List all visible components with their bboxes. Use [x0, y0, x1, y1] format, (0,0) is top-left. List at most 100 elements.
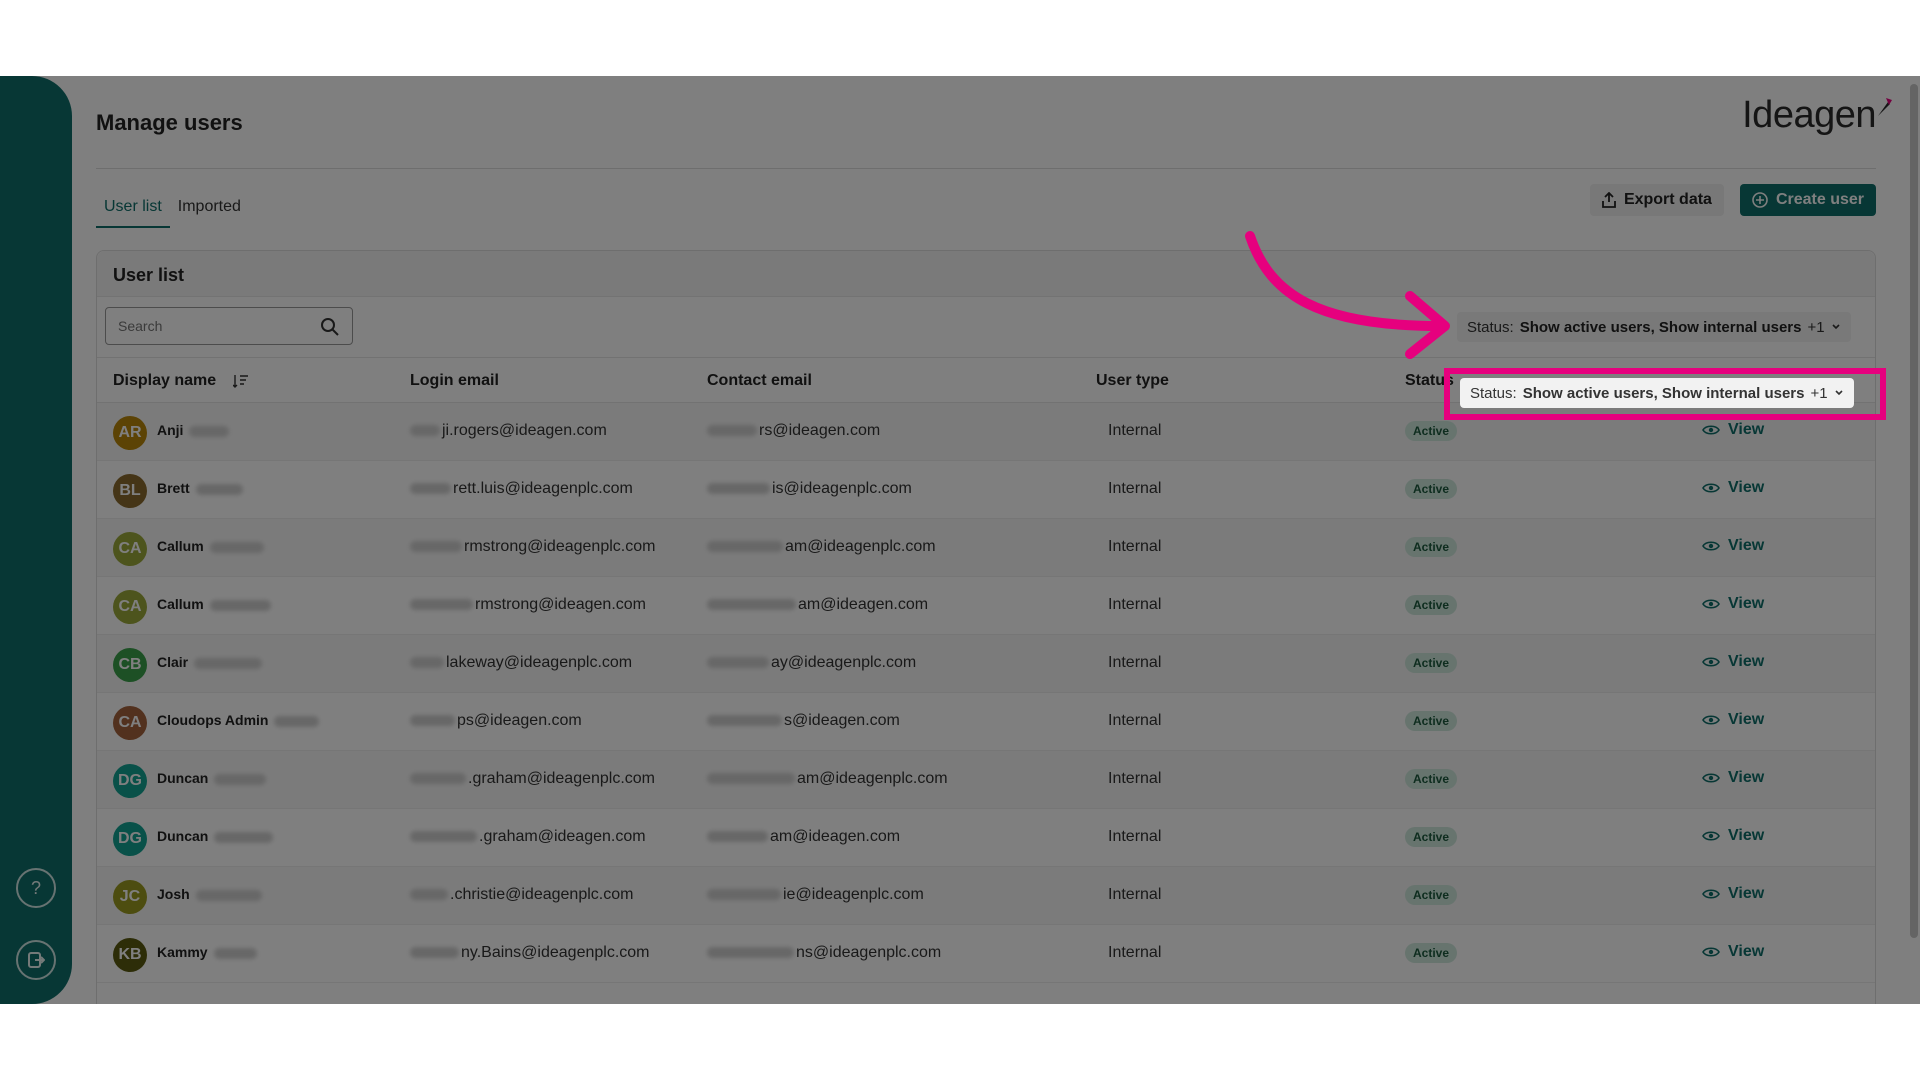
- avatar: CA: [113, 590, 147, 624]
- table-row[interactable]: KB Kammy ny.Bains@ideagenplc.com ns@idea…: [97, 925, 1875, 983]
- status-filter-extra-hl: +1: [1810, 384, 1828, 402]
- search-input[interactable]: [118, 318, 318, 334]
- panel-title: User list: [97, 251, 1875, 297]
- redacted-text: [707, 425, 757, 437]
- login-email: rmstrong@ideagenplc.com: [410, 538, 655, 556]
- display-name: Cloudops Admin: [157, 712, 320, 728]
- view-link[interactable]: View: [1702, 653, 1764, 671]
- contact-email: am@ideagen.com: [707, 596, 928, 614]
- login-email: ji.rogers@ideagen.com: [410, 422, 607, 440]
- display-name: Anji: [157, 422, 230, 438]
- table-row[interactable]: BL Brett rett.luis@ideagenplc.com is@ide…: [97, 461, 1875, 519]
- create-user-button[interactable]: Create user: [1739, 184, 1876, 216]
- redacted-text: [274, 715, 320, 727]
- chevron-down-icon: [1832, 324, 1840, 330]
- avatar: DG: [113, 822, 147, 856]
- display-name: Brett: [157, 480, 243, 496]
- redacted-text: [410, 657, 444, 669]
- tab-bar: User list Imported: [96, 194, 249, 228]
- table-row[interactable]: CA Cloudops Admin ps@ideagen.com s@ideag…: [97, 693, 1875, 751]
- tab-imported[interactable]: Imported: [170, 194, 249, 228]
- display-name: Duncan: [157, 828, 274, 844]
- table-row[interactable]: CA Callum rmstrong@ideagenplc.com am@ide…: [97, 519, 1875, 577]
- avatar: CB: [113, 648, 147, 682]
- sort-icon[interactable]: [232, 374, 249, 388]
- login-email: .graham@ideagen.com: [410, 828, 646, 846]
- redacted-text: [410, 947, 459, 959]
- redacted-text: [410, 483, 451, 495]
- user-list-panel: User list Status: Show active users, Sho…: [96, 250, 1876, 1004]
- login-email: .graham@ideagenplc.com: [410, 770, 655, 788]
- column-display-name[interactable]: Display name: [113, 372, 249, 390]
- eye-icon: [1702, 425, 1720, 435]
- redacted-text: [195, 483, 243, 495]
- user-type: Internal: [1108, 480, 1162, 497]
- redacted-text: [707, 657, 769, 669]
- status-badge: Active: [1405, 479, 1458, 499]
- view-link[interactable]: View: [1702, 537, 1764, 555]
- highlight-callout: Status: Show active users, Show internal…: [1444, 368, 1886, 420]
- view-link[interactable]: View: [1702, 479, 1764, 497]
- logo-mark-icon: [1878, 98, 1892, 116]
- status-filter-value-hl: Show active users, Show internal users: [1522, 384, 1805, 402]
- column-login-email: Login email: [410, 372, 499, 389]
- eye-icon: [1702, 831, 1720, 841]
- table-row[interactable]: DG Duncan .graham@ideagenplc.com am@idea…: [97, 751, 1875, 809]
- search-box[interactable]: [105, 307, 353, 345]
- help-icon[interactable]: ?: [16, 868, 56, 908]
- view-link[interactable]: View: [1702, 769, 1764, 787]
- export-data-button[interactable]: Export data: [1589, 184, 1724, 216]
- status-badge: Active: [1405, 827, 1458, 847]
- view-link[interactable]: View: [1702, 595, 1764, 613]
- page-scrollbar[interactable]: [1910, 84, 1918, 938]
- login-email: ny.Bains@ideagenplc.com: [410, 944, 650, 962]
- export-data-label: Export data: [1623, 191, 1712, 208]
- user-type: Internal: [1108, 770, 1162, 787]
- app-window: ? Manage users Ideagen User list Importe…: [0, 76, 1920, 1004]
- status-filter-dropdown[interactable]: Status: Show active users, Show internal…: [1457, 312, 1851, 342]
- display-name: Duncan: [157, 770, 267, 786]
- column-user-type: User type: [1096, 372, 1169, 389]
- logout-icon[interactable]: [16, 940, 56, 980]
- table-row[interactable]: JC Josh .christie@ideagenplc.com ie@idea…: [97, 867, 1875, 925]
- redacted-text: [209, 599, 271, 611]
- status-badge: Active: [1405, 595, 1458, 615]
- redacted-text: [410, 773, 466, 785]
- redacted-text: [707, 599, 796, 611]
- title-divider: [96, 168, 1876, 169]
- redacted-text: [410, 715, 455, 727]
- redacted-text: [707, 889, 781, 901]
- display-name: Clair: [157, 654, 263, 670]
- view-label: View: [1728, 595, 1765, 612]
- table-row[interactable]: CB Clair lakeway@ideagenplc.com ay@ideag…: [97, 635, 1875, 693]
- plus-circle-icon: [1752, 192, 1768, 208]
- contact-email: ns@ideagenplc.com: [707, 944, 941, 962]
- view-label: View: [1728, 479, 1765, 496]
- chevron-down-icon: [1835, 390, 1843, 396]
- redacted-text: [707, 773, 795, 785]
- table-row[interactable]: CA Callum rmstrong@ideagen.com am@ideage…: [97, 577, 1875, 635]
- table-body: AR Anji ji.rogers@ideagen.com rs@ideagen…: [97, 403, 1875, 983]
- view-label: View: [1728, 885, 1765, 902]
- redacted-text: [209, 541, 264, 553]
- user-type: Internal: [1108, 886, 1162, 903]
- redacted-text: [410, 541, 462, 553]
- view-link[interactable]: View: [1702, 943, 1764, 961]
- status-filter-highlighted[interactable]: Status: Show active users, Show internal…: [1460, 378, 1854, 408]
- search-icon[interactable]: [320, 317, 340, 337]
- status-filter-extra: +1: [1807, 318, 1825, 336]
- view-link[interactable]: View: [1702, 885, 1764, 903]
- tab-user-list[interactable]: User list: [96, 194, 170, 228]
- view-link[interactable]: View: [1702, 421, 1764, 439]
- table-row[interactable]: DG Duncan .graham@ideagen.com am@ideagen…: [97, 809, 1875, 867]
- contact-email: is@ideagenplc.com: [707, 480, 912, 498]
- view-link[interactable]: View: [1702, 827, 1764, 845]
- status-badge: Active: [1405, 769, 1458, 789]
- avatar: AR: [113, 416, 147, 450]
- redacted-text: [213, 947, 257, 959]
- login-email: ps@ideagen.com: [410, 712, 582, 730]
- eye-icon: [1702, 773, 1720, 783]
- eye-icon: [1702, 483, 1720, 493]
- view-link[interactable]: View: [1702, 711, 1764, 729]
- display-name: Josh: [157, 886, 262, 902]
